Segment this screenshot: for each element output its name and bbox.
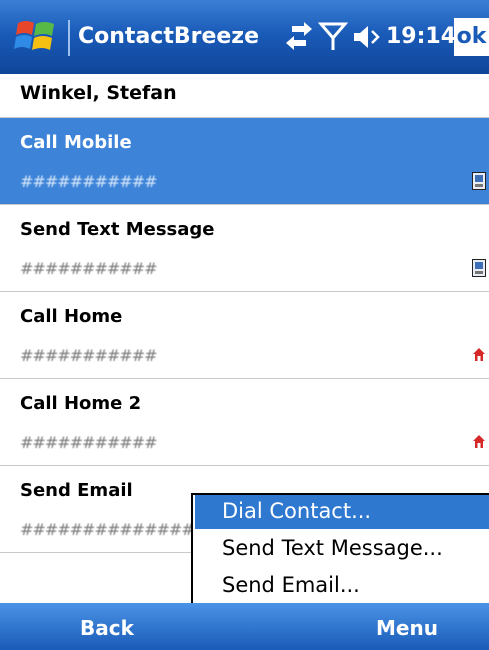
ok-button[interactable]: ok xyxy=(454,18,489,56)
contact-actions-list: Call Mobile ########### Send Text Messag… xyxy=(0,117,489,553)
mobile-phone-icon xyxy=(472,259,486,277)
title-bar: ContactBreeze 19:14 ok xyxy=(0,0,489,74)
action-label: Send Email xyxy=(20,480,133,501)
phone-number-redacted: ########### xyxy=(20,172,157,191)
action-label: Call Mobile xyxy=(20,132,132,153)
action-label: Call Home xyxy=(20,306,123,327)
back-softkey[interactable]: Back xyxy=(80,616,134,640)
volume-icon[interactable] xyxy=(352,22,382,52)
menu-item-send-email[interactable]: Send Email... xyxy=(195,569,489,603)
menu-item-label: Send Text Message... xyxy=(222,536,443,560)
action-send-text-message[interactable]: Send Text Message ########### xyxy=(0,204,489,291)
action-call-home-2[interactable]: Call Home 2 ########### xyxy=(0,378,489,465)
windows-start-icon[interactable] xyxy=(14,17,58,57)
contact-name: Winkel, Stefan xyxy=(20,82,177,104)
action-label: Send Text Message xyxy=(20,219,215,240)
title-separator xyxy=(68,20,70,56)
menu-item-label: Send Email... xyxy=(222,573,360,597)
context-menu: Dial Contact... Send Text Message... Sen… xyxy=(191,493,489,605)
mobile-phone-icon xyxy=(472,172,486,190)
signal-antenna-icon[interactable] xyxy=(318,22,348,52)
menu-item-dial-contact[interactable]: Dial Contact... xyxy=(195,495,489,529)
app-title: ContactBreeze xyxy=(78,24,260,49)
home-icon xyxy=(473,348,485,361)
action-call-mobile[interactable]: Call Mobile ########### xyxy=(0,117,489,204)
action-call-home[interactable]: Call Home ########### xyxy=(0,291,489,378)
menu-item-label: Dial Contact... xyxy=(222,499,372,523)
clock[interactable]: 19:14 xyxy=(386,24,456,49)
phone-number-redacted: ########### xyxy=(20,433,157,452)
soft-key-bar: Back Menu xyxy=(0,603,489,650)
home-icon xyxy=(473,435,485,448)
menu-item-send-text-message[interactable]: Send Text Message... xyxy=(195,532,489,566)
menu-softkey[interactable]: Menu xyxy=(376,616,438,640)
phone-number-redacted: ########### xyxy=(20,259,157,278)
connectivity-icon[interactable] xyxy=(284,22,314,52)
phone-number-redacted: ########### xyxy=(20,346,157,365)
action-label: Call Home 2 xyxy=(20,393,142,414)
